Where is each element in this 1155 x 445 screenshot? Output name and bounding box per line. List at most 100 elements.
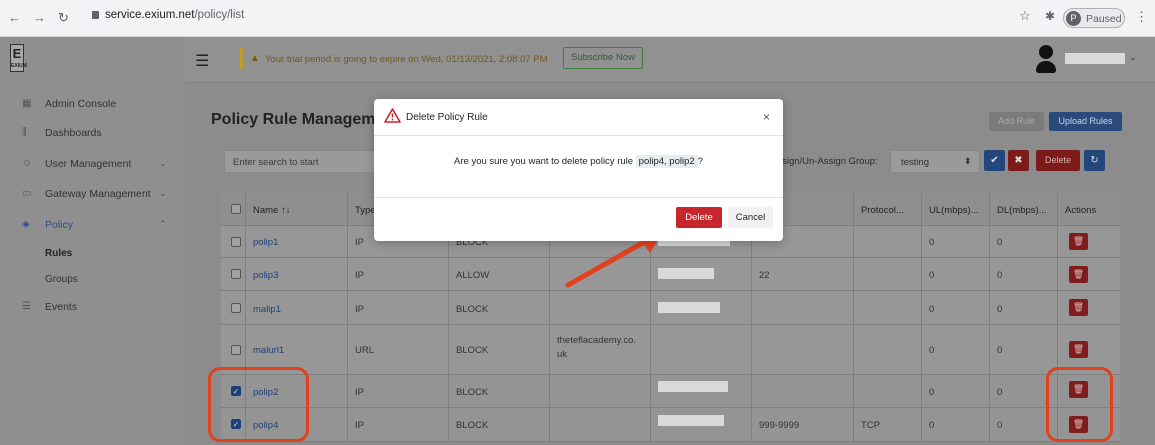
row-select-cell bbox=[221, 258, 246, 290]
sidebar-item-label: Events bbox=[45, 301, 78, 313]
cancel-button[interactable]: Cancel bbox=[728, 207, 773, 228]
ul-cell: 0 bbox=[922, 291, 990, 324]
delete-row-button[interactable]: 🗑 bbox=[1069, 341, 1088, 358]
reload-icon[interactable]: ↻ bbox=[58, 10, 69, 26]
dl-value: 0 bbox=[997, 420, 1003, 431]
add-rule-button[interactable]: Add Rule bbox=[989, 112, 1044, 131]
row-checkbox[interactable] bbox=[231, 303, 241, 313]
sidebar-item-label: Admin Console bbox=[45, 98, 117, 110]
sidebar-item-label: Dashboards bbox=[45, 127, 102, 139]
delete-policy-rule-dialog: Delete Policy Rule × Are you sure you wa… bbox=[374, 99, 783, 241]
header-ul[interactable]: UL(mbps)... bbox=[922, 193, 990, 225]
rule-action: BLOCK bbox=[456, 304, 489, 315]
browser-toolbar: ← → ↻ service.exium.net/policy/list ☆ ✱ … bbox=[0, 0, 1155, 37]
ul-cell: 0 bbox=[922, 258, 990, 290]
annotation-highlight-checkboxes bbox=[208, 367, 309, 442]
row-checkbox[interactable] bbox=[231, 237, 241, 247]
rule-name-link[interactable]: malurl1 bbox=[253, 345, 284, 356]
user-name-redacted[interactable] bbox=[1065, 53, 1125, 64]
refresh-button[interactable]: ↻ bbox=[1084, 150, 1105, 171]
dl-cell: 0 bbox=[990, 291, 1058, 324]
monitor-icon: ▭ bbox=[22, 188, 32, 199]
protocol-cell bbox=[854, 375, 922, 407]
dl-value: 0 bbox=[997, 270, 1003, 281]
delete-row-button[interactable]: 🗑 bbox=[1069, 266, 1088, 283]
annotation-highlight-delete-icons bbox=[1046, 367, 1113, 442]
close-icon[interactable]: × bbox=[763, 110, 770, 124]
assign-group-value: testing bbox=[901, 157, 929, 168]
hamburger-menu-icon[interactable]: ☰ bbox=[195, 51, 209, 71]
name-cell: polip3 bbox=[246, 258, 348, 290]
profile-button[interactable]: P Paused bbox=[1063, 8, 1125, 28]
table-row: malurl1 URL BLOCK theteflacademy.co. uk … bbox=[221, 325, 1120, 375]
dl-cell: 0 bbox=[990, 325, 1058, 374]
exium-logo[interactable]: E EXIUM bbox=[10, 44, 27, 72]
type-cell: IP bbox=[348, 375, 449, 407]
row-checkbox[interactable] bbox=[231, 269, 241, 279]
dialog-header: Delete Policy Rule × bbox=[374, 99, 783, 136]
rule-action: ALLOW bbox=[456, 270, 490, 281]
table-row-selected: ✓ polip4 IP BLOCK 999-9999 TCP 0 0 🗑 bbox=[221, 408, 1120, 442]
rule-name-link[interactable]: malip1 bbox=[253, 304, 281, 315]
subscribe-now-button[interactable]: Subscribe Now bbox=[563, 47, 643, 69]
table-row: polip3 IP ALLOW 22 0 0 🗑 bbox=[221, 258, 1120, 291]
port-cell: 22 bbox=[752, 258, 854, 290]
port-cell bbox=[752, 325, 854, 374]
unassign-button[interactable]: ✖ bbox=[1008, 150, 1029, 171]
close-circle-icon: ✖ bbox=[1014, 155, 1023, 166]
shield-icon: ◈ bbox=[22, 219, 30, 230]
check-icon: ✔ bbox=[990, 155, 999, 166]
sidebar-subitem-groups[interactable]: Groups bbox=[45, 274, 78, 285]
delete-row-button[interactable]: 🗑 bbox=[1069, 299, 1088, 316]
sidebar-subitem-rules[interactable]: Rules bbox=[45, 248, 72, 259]
domain-value: theteflacademy.co. bbox=[557, 335, 637, 346]
search-input[interactable]: Enter search to start bbox=[224, 150, 390, 173]
port-cell: 999-9999 bbox=[752, 408, 854, 441]
action-cell: BLOCK bbox=[449, 375, 550, 407]
header-name[interactable]: Name ↑↓ bbox=[246, 193, 348, 225]
select-all-checkbox[interactable] bbox=[231, 204, 241, 214]
assign-group-select[interactable]: testing ⬍ bbox=[890, 150, 980, 173]
extensions-icon[interactable]: ✱ bbox=[1045, 9, 1055, 23]
assign-group-label: Assign/Un-Assign Group: bbox=[771, 156, 878, 167]
protocol-cell bbox=[854, 258, 922, 290]
port-value: 22 bbox=[759, 270, 770, 281]
rule-name-link[interactable]: polip1 bbox=[253, 237, 278, 248]
user-avatar-icon[interactable] bbox=[1036, 45, 1056, 75]
table-row: malip1 IP BLOCK 0 0 🗑 bbox=[221, 291, 1120, 325]
dl-cell: 0 bbox=[990, 226, 1058, 257]
header-label: UL(mbps)... bbox=[929, 205, 979, 216]
redacted-address bbox=[658, 415, 724, 426]
rule-name-link[interactable]: polip3 bbox=[253, 270, 278, 281]
address-cell bbox=[651, 375, 752, 407]
header-dl[interactable]: DL(mbps)... bbox=[990, 193, 1058, 225]
sidebar-item-label: Gateway Management bbox=[45, 188, 151, 200]
rule-type: URL bbox=[355, 345, 375, 356]
ul-value: 0 bbox=[929, 237, 935, 248]
header-label: DL(mbps)... bbox=[997, 205, 1047, 216]
back-icon[interactable]: ← bbox=[8, 10, 21, 25]
search-placeholder: Enter search to start bbox=[233, 157, 319, 168]
rule-type: IP bbox=[355, 270, 364, 281]
header-protocol[interactable]: Protocol... bbox=[854, 193, 922, 225]
chevron-down-icon[interactable]: ⌄ bbox=[1129, 52, 1137, 63]
protocol-cell bbox=[854, 226, 922, 257]
address-cell bbox=[651, 325, 752, 374]
domain-cell bbox=[550, 291, 651, 324]
forward-icon[interactable]: → bbox=[33, 10, 46, 25]
address-bar[interactable]: service.exium.net/policy/list bbox=[105, 9, 244, 21]
rule-type: IP bbox=[355, 304, 364, 315]
upload-rules-button[interactable]: Upload Rules bbox=[1049, 112, 1122, 131]
delete-row-button[interactable]: 🗑 bbox=[1069, 233, 1088, 250]
row-checkbox[interactable] bbox=[231, 345, 241, 355]
dialog-title: Delete Policy Rule bbox=[406, 112, 488, 123]
logo-sub: EXIUM bbox=[11, 63, 27, 69]
assign-confirm-button[interactable]: ✔ bbox=[984, 150, 1005, 171]
rule-names-chip: polip4, polip2 bbox=[635, 155, 698, 168]
rule-action: BLOCK bbox=[456, 387, 489, 398]
delete-selected-button[interactable]: Delete bbox=[1036, 150, 1080, 171]
confirm-delete-button[interactable]: Delete bbox=[676, 207, 722, 228]
bookmark-star-icon[interactable]: ☆ bbox=[1019, 8, 1031, 24]
browser-menu-icon[interactable]: ⋮ bbox=[1135, 9, 1148, 25]
rule-action: BLOCK bbox=[456, 420, 489, 431]
